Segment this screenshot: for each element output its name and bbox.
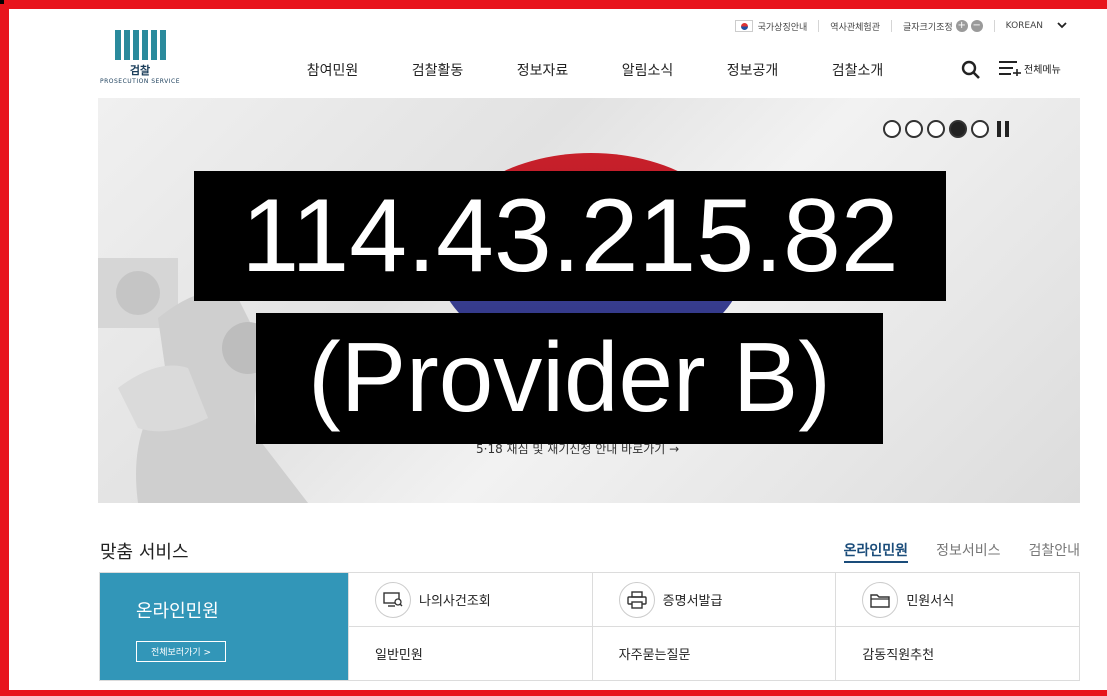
feature-title: 온라인민원 (136, 601, 219, 622)
nav-item-participation[interactable]: 참여민원 (280, 60, 385, 80)
history-hall-link[interactable]: 역사관체험관 (819, 20, 892, 33)
logo-korean: 검찰 (129, 64, 151, 77)
nav-item-disclosure[interactable]: 정보공개 (700, 60, 805, 80)
font-increase-button[interactable]: + (955, 20, 968, 32)
services-tabs: 온라인민원 정보서비스 검찰안내 (843, 540, 1080, 563)
monitor-search-icon (375, 581, 411, 618)
logo-english: PROSECUTION SERVICE (99, 78, 181, 85)
slide-dot[interactable] (927, 120, 945, 138)
nav-item-news[interactable]: 알림소식 (595, 60, 700, 80)
pause-icon[interactable] (997, 121, 1009, 137)
printer-icon (618, 581, 655, 618)
service-case-lookup[interactable]: 나의사건조회 (348, 573, 592, 627)
corner-mark (0, 0, 4, 4)
service-forms[interactable]: 민원서식 (835, 573, 1079, 627)
slide-dot[interactable] (905, 120, 923, 138)
nav-item-about[interactable]: 검찰소개 (805, 60, 910, 80)
slide-dot[interactable] (971, 120, 989, 138)
service-faq[interactable]: 자주묻는질문 (591, 627, 836, 680)
services-title: 맞춤 서비스 (100, 542, 189, 563)
tab-prosecution-guide[interactable]: 검찰안내 (1028, 540, 1080, 563)
hamburger-icon (999, 61, 1021, 76)
service-staff-recommend[interactable]: 감동직원추천 (835, 627, 1079, 680)
service-certificate[interactable]: 증명서발급 (591, 573, 836, 627)
font-decrease-button[interactable]: − (970, 20, 983, 32)
provider-overlay: (Provider B) (256, 313, 883, 444)
service-general-petition[interactable]: 일반민원 (348, 627, 592, 680)
slide-dot[interactable] (883, 120, 901, 138)
slide-dot-active[interactable] (949, 120, 967, 138)
feature-panel: 온라인민원 전체보러가기 > (100, 573, 348, 680)
services-grid: 온라인민원 전체보러가기 > 나의사건조회 증명서발급 민원서식 일반민원 자주… (99, 572, 1080, 681)
chevron-down-icon (1057, 21, 1067, 32)
view-all-button[interactable]: 전체보러가기 > (136, 641, 227, 662)
tab-info-service[interactable]: 정보서비스 (936, 540, 1000, 563)
site-logo[interactable]: 검찰 PROSECUTION SERVICE (97, 30, 183, 85)
tab-online-petition[interactable]: 온라인민원 (843, 540, 909, 563)
main-nav: 참여민원 검찰활동 정보자료 알림소식 정보공개 검찰소개 (280, 60, 910, 80)
font-size-control: 글자크기조정 + − (892, 20, 995, 33)
slide-indicators (883, 120, 1009, 138)
logo-bars-icon (97, 30, 183, 60)
korean-flag-icon (734, 20, 753, 32)
search-icon[interactable] (961, 60, 980, 79)
nav-item-resources[interactable]: 정보자료 (490, 60, 595, 80)
national-symbol-link[interactable]: 국가상징안내 (724, 20, 820, 33)
ip-overlay: 114.43.215.82 (194, 171, 946, 301)
utility-bar: 국가상징안내 역사관체험관 글자크기조정 + − KOREAN (724, 20, 1067, 33)
folder-icon (862, 581, 899, 618)
nav-item-activities[interactable]: 검찰활동 (385, 60, 490, 80)
all-menu-button[interactable]: 전체메뉴 (999, 60, 1061, 76)
language-select[interactable]: KOREAN (995, 20, 1067, 32)
